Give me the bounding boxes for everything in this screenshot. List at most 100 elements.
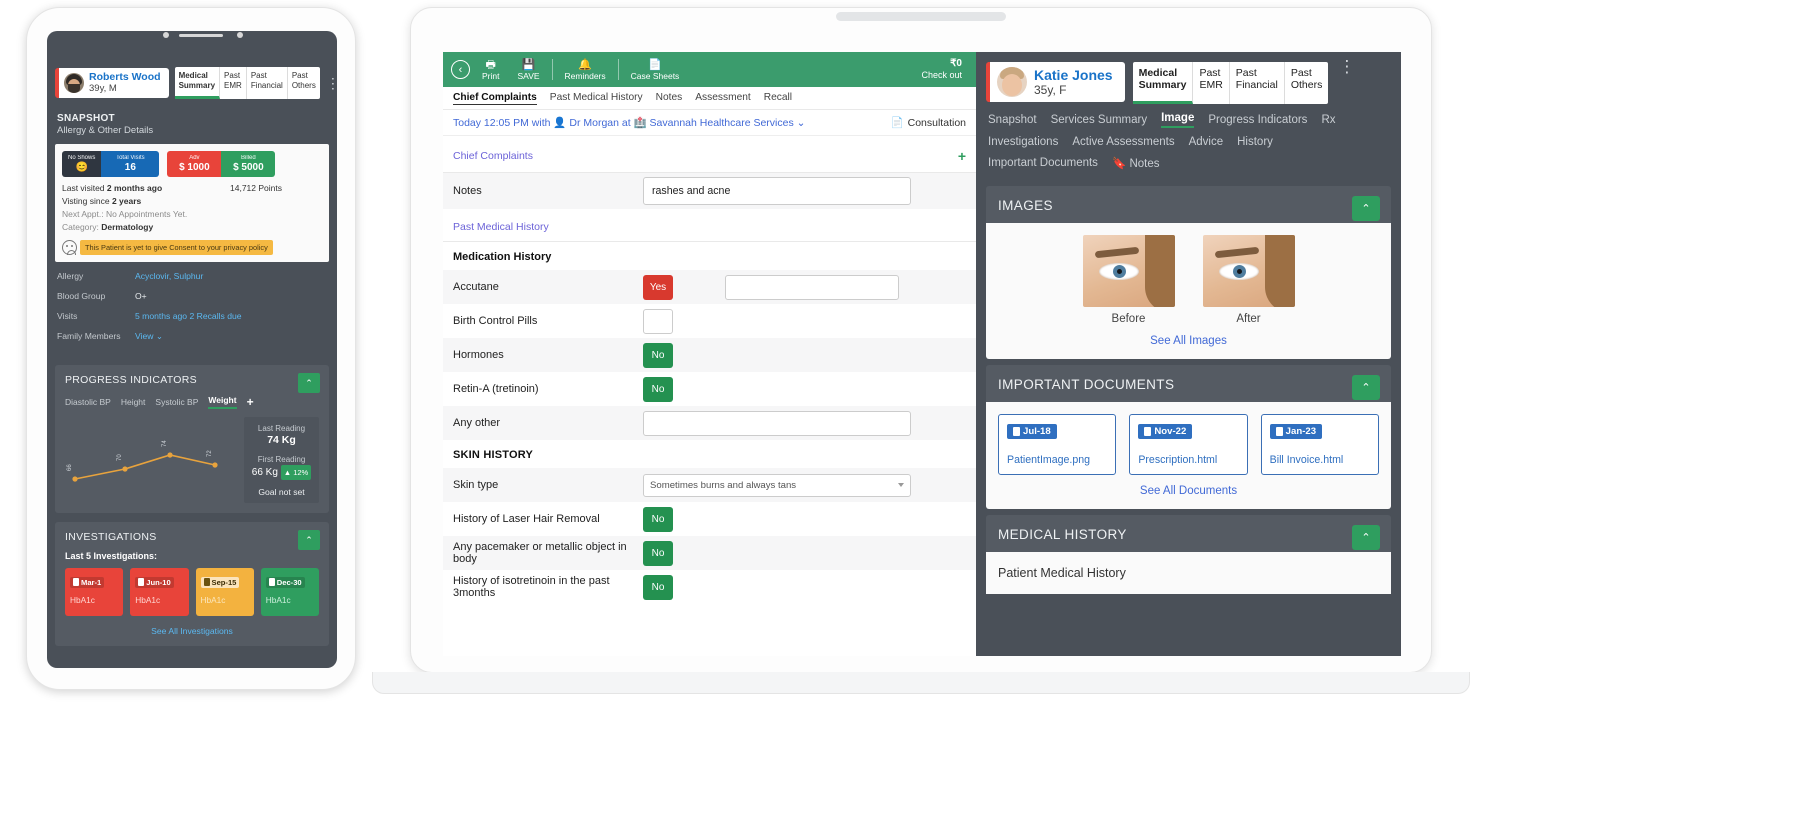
tab-past-emr[interactable]: Past EMR [1193, 62, 1230, 104]
documents-title: IMPORTANT DOCUMENTS [998, 377, 1175, 392]
progress-tab-systolic-bp[interactable]: Systolic BP [155, 397, 198, 407]
nav-progress-indicators[interactable]: Progress Indicators [1208, 114, 1307, 126]
avatar [997, 67, 1027, 97]
kebab-menu-icon[interactable]: ⋮ [1338, 58, 1355, 75]
investigations-card: INVESTIGATIONS ⌃ Last 5 Investigations: … [55, 522, 329, 646]
patient-details-list: Allergy Acyclovir, Sulphur Blood Group O… [47, 262, 337, 347]
document-icon [138, 578, 145, 586]
nav-services-summary[interactable]: Services Summary [1051, 114, 1148, 126]
skin-row-isotretinoin: History of isotretinoin in the past 3mon… [443, 570, 976, 604]
medication-row-hormones: Hormones No [443, 338, 976, 372]
consent-warning-text: This Patient is yet to give Consent to y… [80, 240, 273, 255]
kebab-menu-icon[interactable]: ⋮ [326, 76, 337, 90]
nav-rx[interactable]: Rx [1321, 114, 1335, 126]
progress-tab-weight[interactable]: Weight [208, 395, 237, 409]
visits-value[interactable]: 5 months ago 2 Recalls due [135, 311, 242, 321]
save-button[interactable]: 💾 SAVE [508, 59, 548, 81]
skin-type-select[interactable]: Sometimes burns and always tans [643, 473, 911, 497]
investigation-item[interactable]: Mar-1 HbA1c [65, 568, 124, 616]
progress-tab-height[interactable]: Height [121, 397, 146, 407]
family-members-value[interactable]: View ⌄ [135, 331, 163, 342]
nav-advice[interactable]: Advice [1189, 136, 1224, 148]
document-item[interactable]: Jul-18 PatientImage.png [998, 414, 1117, 475]
investigation-item[interactable]: Sep-15 HbA1c [195, 568, 254, 616]
no-shows-label: No Shows [68, 155, 96, 161]
detail-row-allergy: Allergy Acyclovir, Sulphur [57, 266, 327, 286]
weight-chart-svg: 66 70 74 72 [67, 440, 218, 482]
collapse-medical-history-button[interactable]: ⌃ [1352, 525, 1380, 550]
phone-topbar: Roberts Wood 39y, M Medical Summary Past… [47, 31, 337, 107]
investigation-item[interactable]: Jun-10 HbA1c [130, 568, 189, 616]
skin-type-label: Skin type [453, 479, 499, 491]
tab-past-others[interactable]: Past Others [1285, 62, 1329, 104]
add-indicator-icon[interactable]: + [247, 396, 254, 408]
collapse-investigations-button[interactable]: ⌃ [298, 530, 320, 550]
image-list: Before After [998, 235, 1379, 325]
past-medical-history-header[interactable]: Past Medical History [443, 209, 976, 241]
phone-sensor-dot [163, 32, 169, 38]
tab-medical-summary[interactable]: Medical Summary [174, 67, 221, 99]
snapshot-title: SNAPSHOT [57, 113, 115, 124]
notes-input[interactable]: rashes and acne [643, 177, 911, 205]
svg-text:70: 70 [117, 454, 123, 461]
tab-recall[interactable]: Recall [764, 92, 792, 105]
nav-notes[interactable]: 🔖 Notes [1112, 156, 1160, 170]
pacemaker-toggle[interactable]: No [643, 540, 673, 566]
reminders-button[interactable]: 🔔 Reminders [556, 59, 615, 81]
tab-medical-summary[interactable]: Medical Summary [1132, 62, 1194, 104]
retin-a-toggle[interactable]: No [643, 376, 673, 402]
see-all-documents-link[interactable]: See All Documents [998, 485, 1379, 497]
laser-hair-removal-toggle[interactable]: No [643, 506, 673, 532]
tab-notes[interactable]: Notes [656, 92, 683, 105]
tab-past-emr[interactable]: Past EMR [220, 67, 247, 99]
progress-tab-diastolic-bp[interactable]: Diastolic BP [65, 397, 111, 407]
collapse-documents-button[interactable]: ⌃ [1352, 375, 1380, 400]
summary-nav: Snapshot Services Summary Image Progress… [976, 110, 1401, 180]
print-label: Print [482, 70, 500, 81]
nav-active-assessments[interactable]: Active Assessments [1072, 136, 1174, 148]
patient-card[interactable]: Katie Jones 35y, F [986, 62, 1125, 102]
image-item-before[interactable]: Before [1082, 235, 1175, 325]
any-other-input[interactable] [643, 410, 911, 436]
document-item[interactable]: Jan-23 Bill Invoice.html [1260, 414, 1379, 475]
tab-chief-complaints[interactable]: Chief Complaints [453, 92, 537, 105]
nav-image[interactable]: Image [1161, 112, 1195, 128]
accutane-detail-input[interactable] [725, 274, 899, 300]
case-sheets-button[interactable]: 📄 Case Sheets [622, 59, 689, 81]
checkout-area[interactable]: ₹0 Check out [921, 58, 968, 81]
accutane-toggle[interactable]: Yes [643, 274, 673, 300]
see-all-investigations-link[interactable]: See All Investigations [65, 626, 319, 636]
tab-past-medical-history[interactable]: Past Medical History [550, 92, 643, 105]
birth-control-pills-toggle[interactable] [643, 308, 673, 334]
pacemaker-label: Any pacemaker or metallic object in body [453, 541, 627, 565]
investigation-item[interactable]: Dec-30 HbA1c [260, 568, 319, 616]
appointment-text[interactable]: Today 12:05 PM with 👤 Dr Morgan at 🏥 Sav… [453, 116, 805, 129]
consultation-type[interactable]: 📄 Consultation [891, 116, 966, 130]
collapse-images-button[interactable]: ⌃ [1352, 196, 1380, 221]
print-button[interactable]: 🖶 Print [473, 59, 508, 81]
add-chief-complaint-button[interactable]: + [958, 148, 966, 164]
file-icon [1013, 427, 1020, 436]
nav-history[interactable]: History [1237, 136, 1273, 148]
nav-snapshot[interactable]: Snapshot [988, 114, 1037, 126]
image-item-after[interactable]: After [1202, 235, 1295, 325]
patient-age-sex: 39y, M [89, 83, 117, 94]
nav-investigations[interactable]: Investigations [988, 136, 1058, 148]
advance-badge: Adv $ 1000 [167, 151, 222, 177]
investigation-name: HbA1c [265, 595, 291, 605]
hormones-toggle[interactable]: No [643, 342, 673, 368]
tab-past-financial[interactable]: Past Financial [1230, 62, 1285, 104]
see-all-images-link[interactable]: See All Images [998, 335, 1379, 347]
allergy-value[interactable]: Acyclovir, Sulphur [135, 271, 203, 281]
isotretinoin-toggle[interactable]: No [643, 574, 673, 600]
back-button[interactable]: ‹ [451, 60, 470, 79]
tab-assessment[interactable]: Assessment [695, 92, 750, 105]
file-icon [1275, 427, 1283, 436]
svg-text:66: 66 [67, 464, 73, 471]
nav-important-documents[interactable]: Important Documents [988, 157, 1098, 169]
collapse-progress-button[interactable]: ⌃ [298, 373, 320, 393]
tab-past-others[interactable]: Past Others [288, 67, 320, 99]
document-item[interactable]: Nov-22 Prescription.html [1129, 414, 1248, 475]
phone-patient-card[interactable]: Roberts Wood 39y, M [55, 68, 169, 98]
tab-past-financial[interactable]: Past Financial [247, 67, 288, 99]
